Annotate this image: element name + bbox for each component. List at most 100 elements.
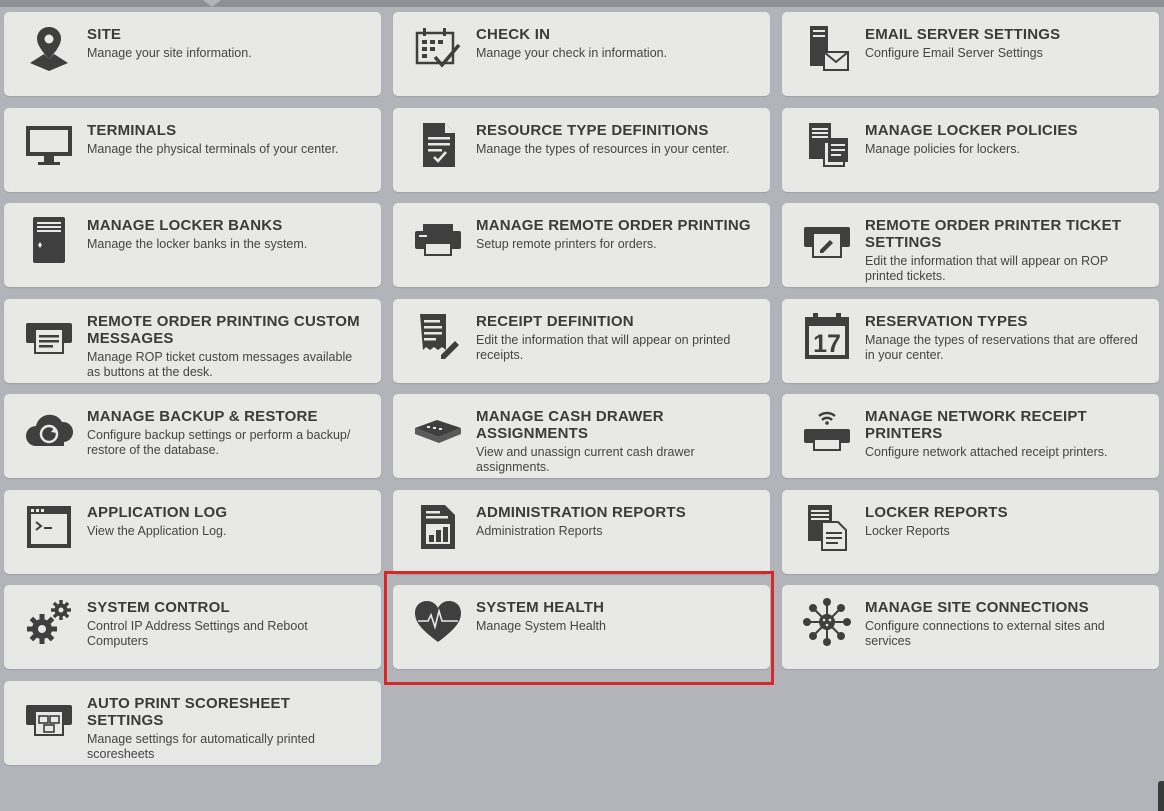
printer-edit-icon <box>802 215 852 265</box>
tile-manage-site-connections[interactable]: MANAGE SITE CONNECTIONS Configure connect… <box>782 585 1159 669</box>
tile-resource-type-definitions[interactable]: RESOURCE TYPE DEFINITIONS Manage the type… <box>393 107 770 192</box>
tile-text: LOCKER REPORTS Locker Reports <box>865 504 1141 539</box>
tile-email-server-settings[interactable]: EMAIL SERVER SETTINGS Configure Email Ser… <box>782 12 1159 96</box>
tile-title: MANAGE LOCKER POLICIES <box>865 121 1078 139</box>
tile-remote-order-printing-custom-messages[interactable]: REMOTE ORDER PRINTING CUSTOM MESSAGES Man… <box>4 298 381 383</box>
tile-title: MANAGE NETWORK RECEIPT PRINTERS <box>865 408 1087 442</box>
tile-description: Manage the locker banks in the system. <box>87 237 308 251</box>
tile-title: REMOTE ORDER PRINTING CUSTOM MESSAGES <box>87 312 360 347</box>
cloud-sync-icon <box>24 406 74 456</box>
tile-description: Manage ROP ticket custom messages availa… <box>87 349 353 379</box>
tile-text: MANAGE LOCKER POLICIES Manage policies fo… <box>865 122 1141 157</box>
tile-system-control[interactable]: SYSTEM CONTROL Control IP Address Setting… <box>4 585 381 669</box>
tile-description: Manage policies for lockers. <box>865 141 1020 156</box>
locker-policy-icon <box>802 120 852 170</box>
tile-description: Control IP Address Settings and Reboot C… <box>87 619 308 648</box>
report-chart-icon <box>413 502 463 552</box>
tile-title: ADMINISTRATION REPORTS <box>476 503 686 521</box>
tile-text: MANAGE SITE CONNECTIONS Configure connect… <box>865 599 1141 649</box>
terminal-window-icon <box>24 502 74 552</box>
tile-manage-cash-drawer-assignments[interactable]: MANAGE CASH DRAWER ASSIGNMENTS View and u… <box>393 394 770 478</box>
tile-description: Manage the physical terminals of your ce… <box>87 141 339 156</box>
tile-description: Setup remote printers for orders. <box>476 237 657 251</box>
tile-text: SYSTEM CONTROL Control IP Address Setting… <box>87 599 363 649</box>
tile-title: APPLICATION LOG <box>87 503 228 521</box>
tile-application-log[interactable]: APPLICATION LOG View the Application Log. <box>4 489 381 574</box>
locker-icon <box>24 215 74 265</box>
tile-description: Manage the types of resources in your ce… <box>476 141 730 156</box>
tile-title: TERMINALS <box>87 121 177 139</box>
tile-description: Manage the types of reservations that ar… <box>865 332 1138 362</box>
tile-text: EMAIL SERVER SETTINGS Configure Email Ser… <box>865 26 1141 61</box>
tile-description: Locker Reports <box>865 523 950 538</box>
tile-administration-reports[interactable]: ADMINISTRATION REPORTS Administration Rep… <box>393 489 770 574</box>
tile-manage-network-receipt-printers[interactable]: MANAGE NETWORK RECEIPT PRINTERS Configure… <box>782 394 1159 478</box>
tile-text: SITE Manage your site information. <box>87 26 363 61</box>
tile-receipt-definition[interactable]: RECEIPT DEFINITION Edit the information t… <box>393 298 770 383</box>
tile-text: RECEIPT DEFINITION Edit the information t… <box>476 313 752 363</box>
calendar-17-icon: 17 <box>802 311 852 361</box>
tile-site[interactable]: SITE Manage your site information. <box>4 12 381 96</box>
tile-manage-locker-banks[interactable]: MANAGE LOCKER BANKS Manage the locker ban… <box>4 203 381 287</box>
tile-manage-locker-policies[interactable]: MANAGE LOCKER POLICIES Manage policies fo… <box>782 107 1159 192</box>
tile-text: APPLICATION LOG View the Application Log. <box>87 504 363 539</box>
tile-title: RESERVATION TYPES <box>865 312 1028 330</box>
tile-title: SITE <box>87 26 122 43</box>
tile-title: SYSTEM HEALTH <box>476 599 605 616</box>
tile-text: ADMINISTRATION REPORTS Administration Rep… <box>476 504 752 539</box>
tile-title: AUTO PRINT SCORESHEET SETTINGS <box>87 694 291 729</box>
tile-description: Edit the information that will appear on… <box>476 332 731 362</box>
tile-title: CHECK IN <box>476 26 551 43</box>
network-printer-icon <box>802 406 852 456</box>
printer-message-icon <box>24 311 74 361</box>
tile-text: MANAGE NETWORK RECEIPT PRINTERS Configure… <box>865 408 1141 460</box>
tile-description: Manage settings for automatically printe… <box>87 731 315 761</box>
calendar-check-icon <box>413 24 463 74</box>
scrollbar-handle[interactable] <box>1158 781 1164 811</box>
tile-auto-print-scoresheet-settings[interactable]: AUTO PRINT SCORESHEET SETTINGS Manage set… <box>4 680 381 765</box>
active-tab-pointer <box>203 0 221 7</box>
tile-reservation-types[interactable]: 17 RESERVATION TYPES Manage the types of r… <box>782 298 1159 383</box>
tile-title: MANAGE SITE CONNECTIONS <box>865 599 1089 616</box>
tile-text: RESOURCE TYPE DEFINITIONS Manage the type… <box>476 122 752 157</box>
tile-title: MANAGE BACKUP & RESTORE <box>87 408 318 425</box>
tile-description: Edit the information that will appear on… <box>865 254 1108 283</box>
tile-remote-order-printer-ticket-settings[interactable]: REMOTE ORDER PRINTER TICKET SETTINGS Edit… <box>782 203 1159 287</box>
tile-title: SYSTEM CONTROL <box>87 599 230 616</box>
cash-drawer-icon <box>413 406 463 456</box>
tile-text: REMOTE ORDER PRINTER TICKET SETTINGS Edit… <box>865 217 1141 284</box>
tile-check-in[interactable]: CHECK IN Manage your check in information… <box>393 12 770 96</box>
tile-title: RESOURCE TYPE DEFINITIONS <box>476 121 709 139</box>
location-pin-icon <box>24 24 74 74</box>
svg-text:17: 17 <box>813 330 841 358</box>
gears-icon <box>24 597 74 647</box>
tile-title: MANAGE LOCKER BANKS <box>87 217 283 234</box>
tile-description: Manage your site information. <box>87 46 252 60</box>
tile-description: Configure backup settings or perform a b… <box>87 428 351 457</box>
document-check-icon <box>413 120 463 170</box>
tile-locker-reports[interactable]: LOCKER REPORTS Locker Reports <box>782 489 1159 574</box>
admin-tiles-grid: SITE Manage your site information. CHECK I… <box>4 12 1159 765</box>
report-documents-icon <box>802 502 852 552</box>
tile-description: Configure Email Server Settings <box>865 46 1043 60</box>
network-hub-icon <box>802 597 852 647</box>
email-server-icon <box>802 24 852 74</box>
tile-manage-remote-order-printing[interactable]: MANAGE REMOTE ORDER PRINTING Setup remote… <box>393 203 770 287</box>
tile-terminals[interactable]: TERMINALS Manage the physical terminals o… <box>4 107 381 192</box>
tile-text: MANAGE CASH DRAWER ASSIGNMENTS View and u… <box>476 408 752 475</box>
receipt-edit-icon <box>413 311 463 361</box>
tile-system-health[interactable]: SYSTEM HEALTH Manage System Health <box>393 585 770 669</box>
printer-icon <box>413 215 463 265</box>
tile-text: MANAGE REMOTE ORDER PRINTING Setup remote… <box>476 217 752 252</box>
tile-title: REMOTE ORDER PRINTER TICKET SETTINGS <box>865 217 1122 251</box>
tile-title: RECEIPT DEFINITION <box>476 312 634 330</box>
monitor-icon <box>24 120 74 170</box>
tile-description: Manage System Health <box>476 619 606 633</box>
tile-manage-backup-restore[interactable]: MANAGE BACKUP & RESTORE Configure backup … <box>4 394 381 478</box>
top-header-strip <box>0 0 1164 7</box>
tile-text: SYSTEM HEALTH Manage System Health <box>476 599 752 634</box>
tile-text: RESERVATION TYPES Manage the types of res… <box>865 313 1141 363</box>
tile-text: REMOTE ORDER PRINTING CUSTOM MESSAGES Man… <box>87 313 363 380</box>
tile-description: Manage your check in information. <box>476 46 668 60</box>
tile-text: MANAGE LOCKER BANKS Manage the locker ban… <box>87 217 363 252</box>
